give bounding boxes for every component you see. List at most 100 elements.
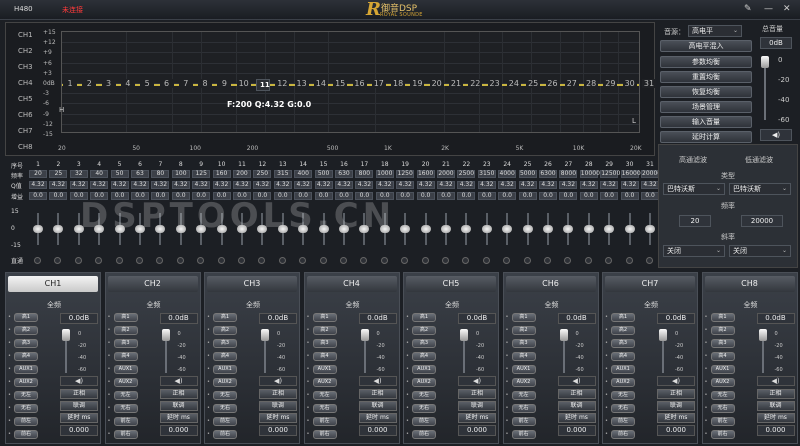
band-gain[interactable]: 0.0 [600,192,619,200]
channel-output-value[interactable]: 0.000 [557,425,596,436]
band-frequency[interactable]: 500 [314,170,333,178]
band-frequency[interactable]: 630 [335,170,353,178]
channel-volume-knob[interactable] [62,329,70,341]
band-q[interactable]: 4.32 [192,181,211,189]
input-source-button[interactable]: AUX1 [511,365,536,374]
input-source-button[interactable]: AUX2 [611,378,635,387]
band-frequency[interactable]: 32 [69,170,88,178]
band-frequency[interactable]: 800 [355,170,374,178]
band-gain-slider[interactable] [522,213,533,245]
channel-volume-slider[interactable] [460,329,468,373]
channel-mute-button[interactable]: ◀) [259,376,297,386]
bypass-dot-icon[interactable] [584,257,592,264]
delay-button[interactable]: 延时 ms [159,413,198,423]
band-point[interactable]: 16 [352,79,367,88]
channel-mute-button[interactable]: ◀) [358,376,397,386]
band-point[interactable]: 29 [603,79,618,88]
highpass-slope-select[interactable]: 关闭 ⌄ [663,245,725,257]
input-source-button[interactable]: 无右 [14,404,38,413]
band-gain[interactable]: 0.0 [641,192,659,200]
input-source-button[interactable]: 前右 [611,430,635,439]
band-point[interactable]: 4 [120,79,135,88]
input-source-button[interactable]: 高4 [412,352,436,361]
band-frequency[interactable]: 10000 [579,170,600,178]
band-point[interactable]: 23 [487,79,502,88]
band-gain-slider[interactable] [53,213,64,245]
channel-gain-value[interactable]: 0.0dB [458,313,496,324]
band-q[interactable]: 4.32 [416,181,435,189]
graph-channel-label[interactable]: CH7 [18,127,33,135]
band-point[interactable]: 6 [159,79,174,88]
band-gain-slider[interactable] [441,213,451,245]
bypass-dot-icon[interactable] [625,257,633,264]
channel-volume-knob[interactable] [758,329,767,341]
channel-tab[interactable]: CH3 [207,276,297,292]
channel-output-value[interactable]: 0.000 [657,425,695,436]
bypass-dot-icon[interactable] [360,257,368,264]
graph-channel-label[interactable]: CH2 [18,47,33,55]
input-source-button[interactable]: 高1 [113,313,138,322]
band-point[interactable]: 13 [294,79,309,88]
input-source-button[interactable]: AUX1 [14,365,38,374]
delay-button[interactable]: 延时 ms [60,413,98,423]
channel-output-value[interactable]: 0.000 [358,425,397,436]
bypass-dot-icon[interactable] [544,257,551,264]
input-source-button[interactable]: 前左 [113,417,138,426]
band-q[interactable]: 4.32 [212,181,231,189]
band-point[interactable]: 27 [564,79,579,88]
band-gain-knob[interactable] [461,225,472,233]
link-button[interactable]: 联调 [657,401,695,411]
input-source-button[interactable]: 高4 [14,352,38,361]
band-point[interactable]: 8 [198,79,213,88]
channel-mute-button[interactable]: ◀) [159,376,198,386]
delay-button[interactable]: 延时 ms [358,413,397,423]
band-gain[interactable]: 0.0 [539,192,557,200]
band-point[interactable]: 10 [236,79,251,88]
bypass-dot-icon[interactable] [340,257,347,264]
link-button[interactable]: 联调 [60,401,98,411]
input-source-button[interactable]: AUX2 [14,378,38,387]
channel-gain-value[interactable]: 0.0dB [159,313,198,324]
band-point[interactable]: 26 [545,79,560,88]
input-source-button[interactable]: 前右 [412,430,436,439]
band-point[interactable]: 12 [275,79,290,88]
band-frequency[interactable]: 20 [29,170,47,178]
eq-function-button[interactable]: 延时计算 [660,131,752,143]
band-frequency[interactable]: 5000 [518,170,537,178]
lowpass-frequency-input[interactable]: 20000 [741,215,783,227]
band-q[interactable]: 4.32 [273,181,292,189]
band-point[interactable]: 31 [642,79,656,88]
eq-function-button[interactable]: 输入音量 [660,116,752,128]
input-source-button[interactable]: 前左 [412,417,436,426]
band-point[interactable]: 20 [429,79,444,88]
band-gain-knob[interactable] [420,225,431,233]
band-q[interactable]: 4.32 [457,181,476,189]
input-source-button[interactable]: 高3 [113,339,138,348]
channel-tab[interactable]: CH7 [605,276,695,292]
band-gain-slider[interactable] [583,213,594,245]
band-gain[interactable]: 0.0 [437,192,455,200]
band-point[interactable]: 11 [256,79,270,91]
highpass-type-select[interactable]: 巴特沃斯 ⌄ [663,183,725,195]
input-source-button[interactable]: AUX1 [213,365,237,374]
graph-channel-label[interactable]: CH8 [18,143,33,151]
bypass-dot-icon[interactable] [197,257,205,264]
band-point[interactable]: 15 [333,79,348,88]
band-q[interactable]: 4.32 [539,181,557,189]
band-q[interactable]: 4.32 [437,181,455,189]
band-point[interactable]: 28 [584,79,599,88]
band-point[interactable]: 14 [313,79,328,88]
band-q[interactable]: 4.32 [518,181,537,189]
lowpass-type-select[interactable]: 巴特沃斯 ⌄ [729,183,791,195]
channel-gain-value[interactable]: 0.0dB [557,313,596,324]
input-source-button[interactable]: 高1 [213,313,237,322]
band-q[interactable]: 4.32 [620,181,639,189]
band-frequency[interactable]: 16000 [620,170,641,178]
band-gain-slider[interactable] [461,213,472,245]
band-gain-slider[interactable] [604,213,615,245]
phase-button[interactable]: 正相 [657,389,695,399]
input-source-button[interactable]: 高4 [213,352,237,361]
band-point[interactable]: 18 [391,79,406,88]
input-source-button[interactable]: 前右 [213,430,237,439]
band-gain-slider[interactable] [420,213,431,245]
